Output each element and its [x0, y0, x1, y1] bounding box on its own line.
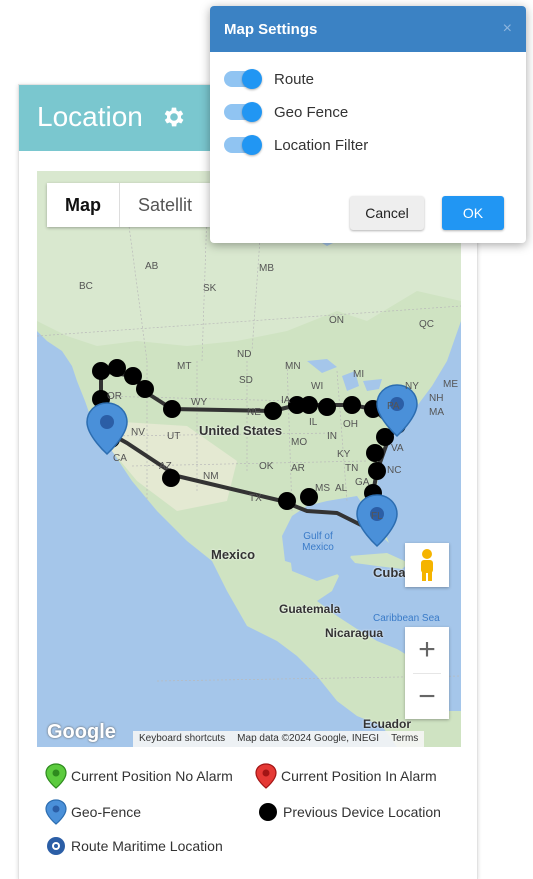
map-label: PA [387, 401, 400, 412]
dialog-header: Map Settings × [210, 6, 526, 52]
legend-previous: Previous Device Location [257, 801, 441, 823]
red-pin-icon [255, 763, 277, 789]
map-label: MB [259, 263, 274, 274]
google-logo: Google [47, 721, 116, 743]
legend-in-alarm-label: Current Position In Alarm [281, 768, 437, 784]
gear-icon[interactable] [161, 104, 187, 130]
map-label-nicaragua: Nicaragua [325, 626, 384, 640]
blue-pin-icon [45, 799, 67, 825]
map-label: IL [309, 417, 318, 428]
terms-link[interactable]: Terms [385, 731, 424, 747]
map-label-gulf: Gulf of Mexico [302, 531, 334, 553]
map-label-caribbean: Caribbean Sea [373, 613, 440, 624]
map-data-text: Map data ©2024 Google, INEGI [237, 733, 380, 744]
zoom-in-button[interactable]: + [405, 627, 449, 673]
legend-maritime-label: Route Maritime Location [71, 838, 223, 854]
toggle-geofence-row: Geo Fence [224, 100, 348, 124]
green-pin-icon [45, 763, 67, 789]
legend-in-alarm: Current Position In Alarm [255, 763, 437, 789]
map-label: BC [79, 281, 93, 292]
map-label: CA [113, 453, 127, 464]
map-label: NH [429, 393, 444, 404]
map-label: ME [443, 379, 458, 390]
toggle-knob [242, 135, 262, 155]
map-label: AL [335, 483, 348, 494]
map-label-guatemala: Guatemala [279, 602, 341, 616]
map-label-mexico: Mexico [211, 547, 256, 562]
maritime-ring-icon [47, 837, 65, 855]
map-label: IA [281, 395, 291, 406]
map-label: AB [145, 261, 159, 272]
black-dot-icon [259, 803, 277, 821]
geofence-toggle[interactable] [224, 102, 262, 122]
legend-no-alarm: Current Position No Alarm [45, 763, 233, 789]
legend-no-alarm-label: Current Position No Alarm [71, 768, 233, 784]
toggle-location-filter-row: Location Filter [224, 133, 368, 157]
map-label: MI [353, 369, 365, 380]
zoom-out-button[interactable]: − [405, 674, 449, 720]
legend-geofence-label: Geo-Fence [71, 804, 142, 820]
map-label: TN [345, 463, 359, 474]
route-toggle-label: Route [274, 70, 315, 88]
legend-maritime: Route Maritime Location [45, 835, 223, 857]
geofence-toggle-label: Geo Fence [274, 103, 349, 121]
map-view[interactable]: AB MB SK BC ON QC ND MT WY NE SD MN WI M… [37, 171, 461, 747]
panel-title: Location [37, 101, 143, 132]
pegman-icon [421, 549, 433, 581]
map-canvas [37, 171, 461, 747]
map-label: TX [249, 493, 262, 504]
legend-geofence: Geo-Fence [45, 799, 141, 825]
map-label: SK [203, 283, 217, 294]
map-label: ND [237, 349, 252, 360]
map-label: NV [131, 427, 145, 438]
map-settings-dialog: Map Settings × Route Geo Fence Location … [210, 6, 526, 243]
keyboard-shortcuts-link[interactable]: Keyboard shortcuts [133, 731, 231, 747]
map-label: VA [391, 443, 404, 454]
toggle-knob [242, 69, 262, 89]
map-label: OH [343, 419, 358, 430]
map-label: AR [291, 463, 305, 474]
map-label: MS [315, 483, 330, 494]
map-label: SD [239, 375, 253, 386]
legend-previous-label: Previous Device Location [283, 804, 441, 820]
map-label: MO [291, 437, 308, 448]
map-label: ON [329, 315, 344, 326]
pegman-button[interactable] [405, 543, 449, 587]
map-label: NM [203, 471, 219, 482]
map-label: WI [311, 381, 324, 392]
cancel-button[interactable]: Cancel [350, 196, 424, 230]
map-label: QC [419, 319, 434, 330]
ok-button[interactable]: OK [442, 196, 504, 230]
map-label: GA [355, 477, 370, 488]
map-label: FL [371, 511, 383, 522]
map-label: AZ [159, 461, 172, 472]
map-label: OR [107, 391, 122, 402]
map-label-us: United States [199, 423, 283, 438]
map-label-ecuador: Ecuador [363, 717, 412, 731]
map-attribution: Keyboard shortcuts Map data ©2024 Google… [133, 731, 425, 747]
close-icon[interactable]: × [503, 20, 512, 38]
map-label: WY [191, 397, 208, 408]
map-label: OK [259, 461, 274, 472]
map-label: KY [337, 449, 351, 460]
map-label: MA [429, 407, 444, 418]
toggle-route-row: Route [224, 67, 314, 91]
toggle-knob [242, 102, 262, 122]
map-type-control: Map Satellit [47, 183, 211, 227]
dialog-title: Map Settings [224, 21, 318, 38]
map-label: NY [405, 381, 419, 392]
map-label: NC [387, 465, 402, 476]
map-label: MN [285, 361, 301, 372]
location-filter-toggle[interactable] [224, 135, 262, 155]
map-type-satellite-button[interactable]: Satellit [120, 183, 210, 227]
map-label: UT [167, 431, 181, 442]
route-toggle[interactable] [224, 69, 262, 89]
zoom-control: + − [405, 627, 449, 719]
location-filter-toggle-label: Location Filter [274, 136, 369, 154]
map-type-map-button[interactable]: Map [47, 183, 119, 227]
map-label: MT [177, 361, 192, 372]
map-label: NE [247, 407, 261, 418]
map-label-cuba: Cuba [373, 565, 406, 580]
map-label: IN [327, 431, 337, 442]
